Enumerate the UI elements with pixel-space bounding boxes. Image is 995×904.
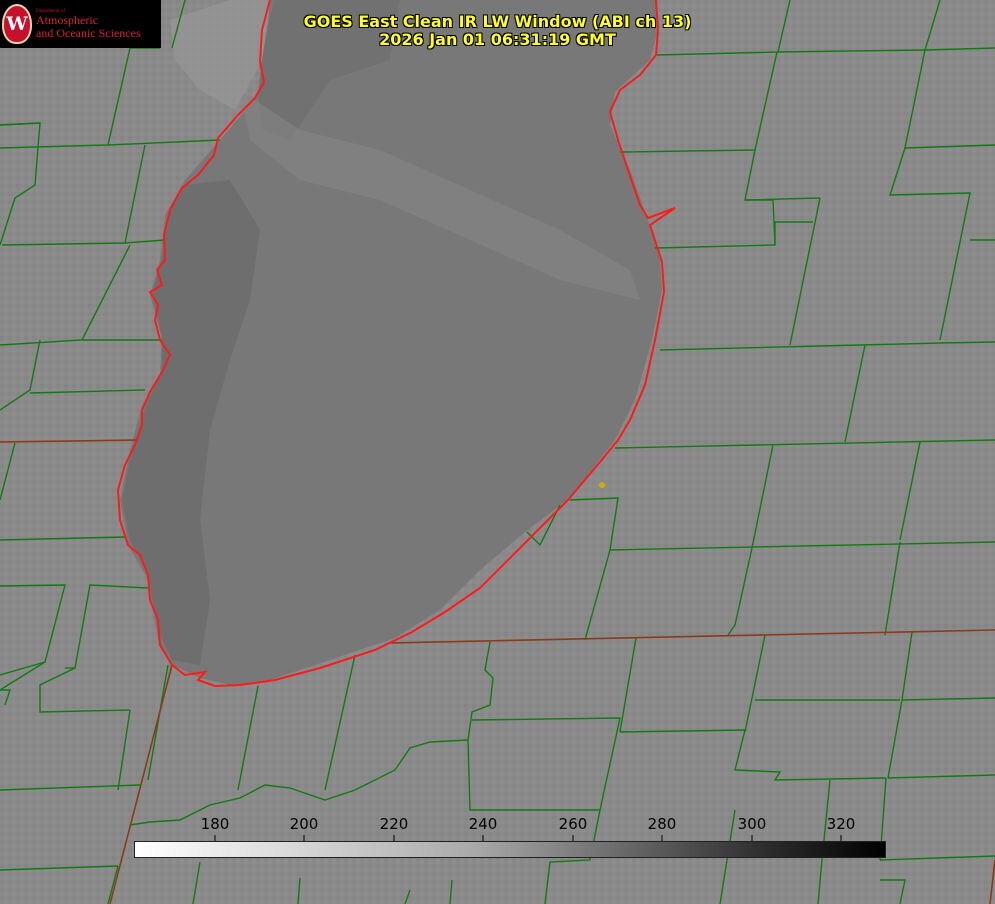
colorbar-tick-label: 240 (468, 815, 498, 833)
station-marker (599, 482, 605, 488)
colorbar-tick-label: 280 (647, 815, 677, 833)
colorbar-tick-label: 220 (379, 815, 409, 833)
department-name: Department of Atmospheric and Oceanic Sc… (36, 9, 141, 39)
department-line-2: and Oceanic Sciences (36, 25, 141, 40)
temperature-colorbar (134, 841, 886, 858)
colorbar-tick-label: 320 (826, 815, 856, 833)
university-logo: W Department of Atmospheric and Oceanic … (0, 0, 161, 48)
colorbar-tick-label: 260 (558, 815, 588, 833)
colorbar-tick-label: 180 (200, 815, 230, 833)
colorbar-tick-label: 300 (737, 815, 767, 833)
department-line-1: Atmospheric (36, 13, 98, 28)
image-timestamp: 2026 Jan 01 06:31:19 GMT (379, 30, 616, 49)
satellite-image-viewer: { "title": { "line1": "GOES East Clean I… (0, 0, 995, 904)
image-title: GOES East Clean IR LW Window (ABI ch 13) (303, 12, 692, 31)
satellite-map (0, 0, 995, 904)
colorbar-tick-label: 200 (289, 815, 319, 833)
university-seal-icon: W (2, 4, 32, 44)
